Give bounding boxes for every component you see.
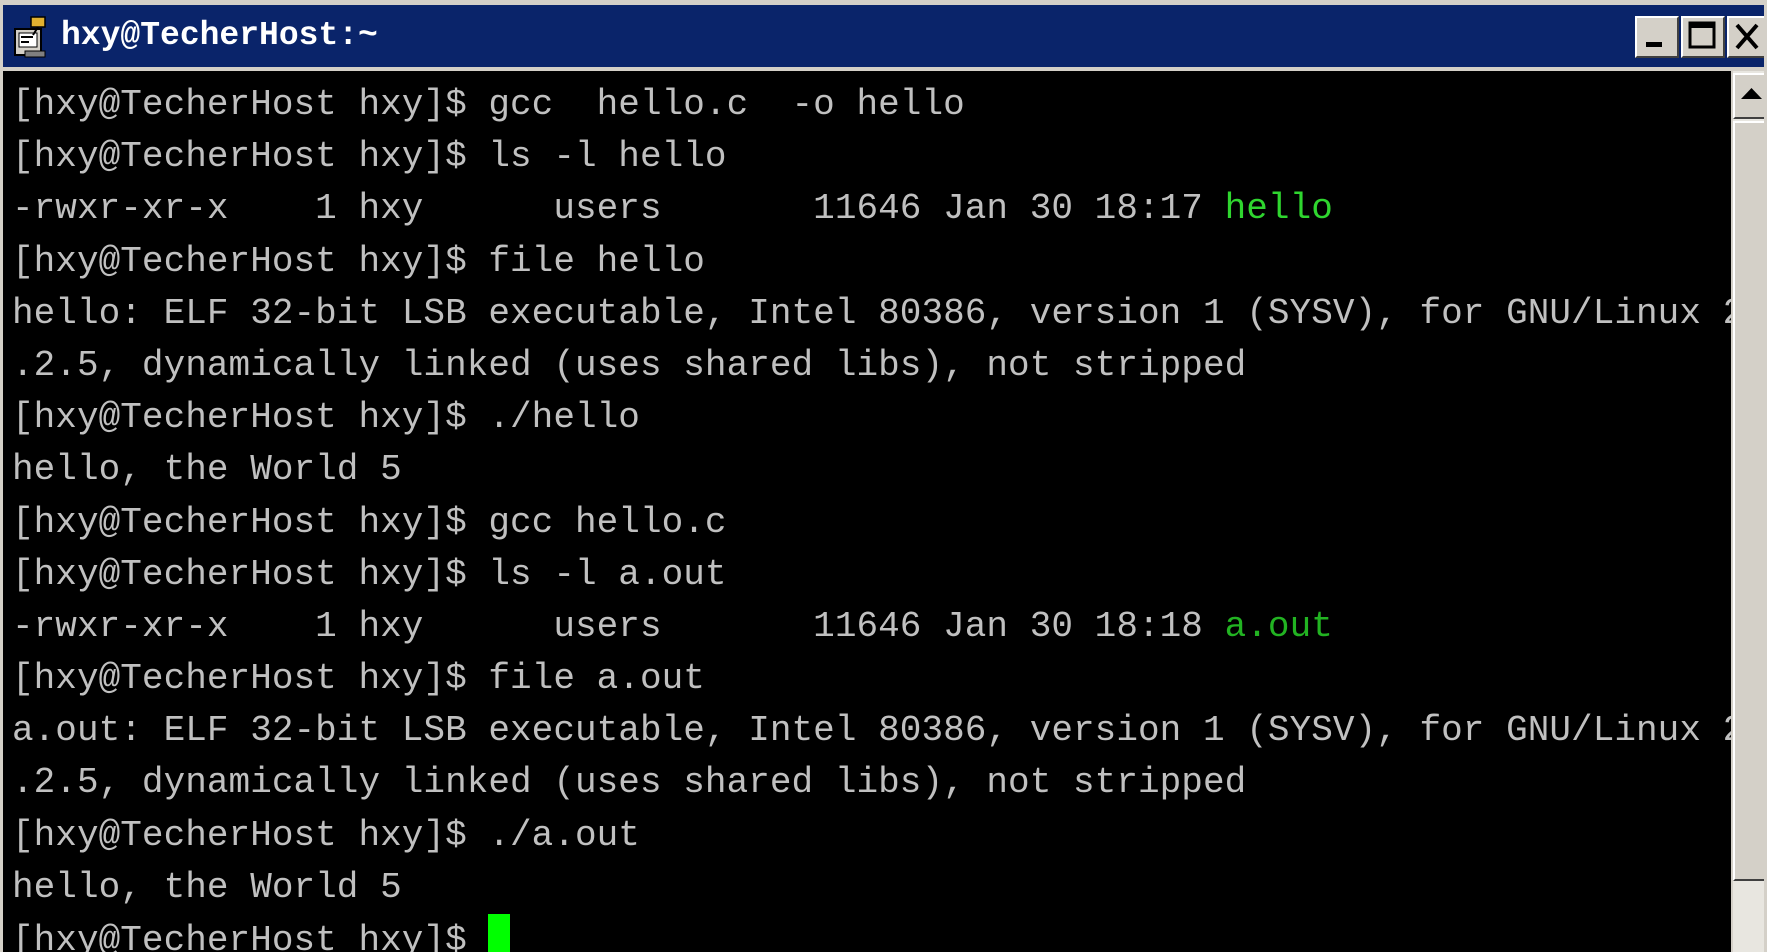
close-button[interactable] [1727, 16, 1764, 58]
terminal-line: [hxy@TecherHost hxy]$ ./hello [12, 392, 1731, 444]
line-text: -rwxr-xr-x 1 hxy users 11646 Jan 30 18:1… [12, 605, 1225, 647]
terminal-line: hello, the World 5 [12, 862, 1731, 914]
terminal-line: hello, the World 5 [12, 444, 1731, 496]
terminal-app-icon[interactable] [11, 15, 53, 61]
terminal-line: [hxy@TecherHost hxy]$ ls -l hello [12, 131, 1731, 183]
terminal-line: -rwxr-xr-x 1 hxy users 11646 Jan 30 18:1… [12, 601, 1731, 653]
line-text: .2.5, dynamically linked (uses shared li… [12, 344, 1247, 386]
maximize-icon [1688, 21, 1716, 49]
terminal-line: [hxy@TecherHost hxy]$ ./a.out [12, 810, 1731, 862]
terminal-output[interactable]: [hxy@TecherHost hxy]$ gcc hello.c -o hel… [3, 71, 1731, 952]
line-text: .2.5, dynamically linked (uses shared li… [12, 762, 1247, 804]
line-text: [hxy@TecherHost hxy]$ gcc hello.c -o hel… [12, 84, 965, 125]
line-text: hello, the World 5 [12, 449, 402, 491]
scroll-thumb[interactable] [1733, 121, 1764, 881]
terminal-window: hxy@TecherHost:~ [hxy@TecherHost hxy]$ g… [0, 0, 1767, 952]
terminal-line: .2.5, dynamically linked (uses shared li… [12, 340, 1731, 392]
line-text: hello: ELF 32-bit LSB executable, Intel … [12, 292, 1731, 334]
scroll-up-button[interactable] [1733, 73, 1764, 119]
close-icon [1735, 23, 1759, 50]
line-text: [hxy@TecherHost hxy]$ ./a.out [12, 814, 640, 856]
minimize-button[interactable] [1635, 16, 1679, 58]
executable-filename: hello [1224, 188, 1333, 230]
line-text: [hxy@TecherHost hxy]$ file a.out [12, 658, 705, 700]
line-text: a.out: ELF 32-bit LSB executable, Intel … [12, 710, 1731, 752]
line-text: -rwxr-xr-x 1 hxy users 11646 Jan 30 18:1… [12, 188, 1225, 230]
arrow-up-icon [1741, 88, 1762, 99]
terminal-lines: [hxy@TecherHost hxy]$ gcc hello.c -o hel… [12, 79, 1731, 952]
maximize-button[interactable] [1681, 16, 1725, 58]
title-bar[interactable]: hxy@TecherHost:~ [3, 5, 1764, 67]
line-text: hello, the World 5 [12, 866, 402, 908]
terminal-line: [hxy@TecherHost hxy]$ file hello [12, 236, 1731, 288]
terminal-line: .2.5, dynamically linked (uses shared li… [12, 757, 1731, 809]
minimize-icon [1646, 42, 1662, 47]
shell-prompt: [hxy@TecherHost hxy]$ [12, 920, 489, 952]
line-text: [hxy@TecherHost hxy]$ ls -l a.out [12, 553, 727, 595]
terminal-line: a.out: ELF 32-bit LSB executable, Intel … [12, 705, 1731, 757]
terminal-line: -rwxr-xr-x 1 hxy users 11646 Jan 30 18:1… [12, 183, 1731, 235]
text-cursor [488, 914, 511, 952]
vertical-scrollbar[interactable] [1733, 71, 1764, 952]
terminal-line: [hxy@TecherHost hxy]$ file a.out [12, 653, 1731, 705]
line-text: [hxy@TecherHost hxy]$ gcc hello.c [12, 501, 727, 543]
terminal-line: [hxy@TecherHost hxy]$ ls -l a.out [12, 549, 1731, 601]
window-title: hxy@TecherHost:~ [61, 17, 378, 54]
terminal-line: [hxy@TecherHost hxy]$ gcc hello.c -o hel… [12, 79, 1731, 131]
terminal-line: hello: ELF 32-bit LSB executable, Intel … [12, 288, 1731, 340]
line-text: [hxy@TecherHost hxy]$ file hello [12, 240, 705, 282]
terminal-line: [hxy@TecherHost hxy]$ gcc hello.c [12, 497, 1731, 549]
executable-filename: a.out [1224, 605, 1333, 647]
line-text: [hxy@TecherHost hxy]$ ls -l hello [12, 136, 727, 178]
line-text: [hxy@TecherHost hxy]$ ./hello [12, 397, 640, 439]
terminal-line: [hxy@TecherHost hxy]$ [12, 914, 1731, 952]
